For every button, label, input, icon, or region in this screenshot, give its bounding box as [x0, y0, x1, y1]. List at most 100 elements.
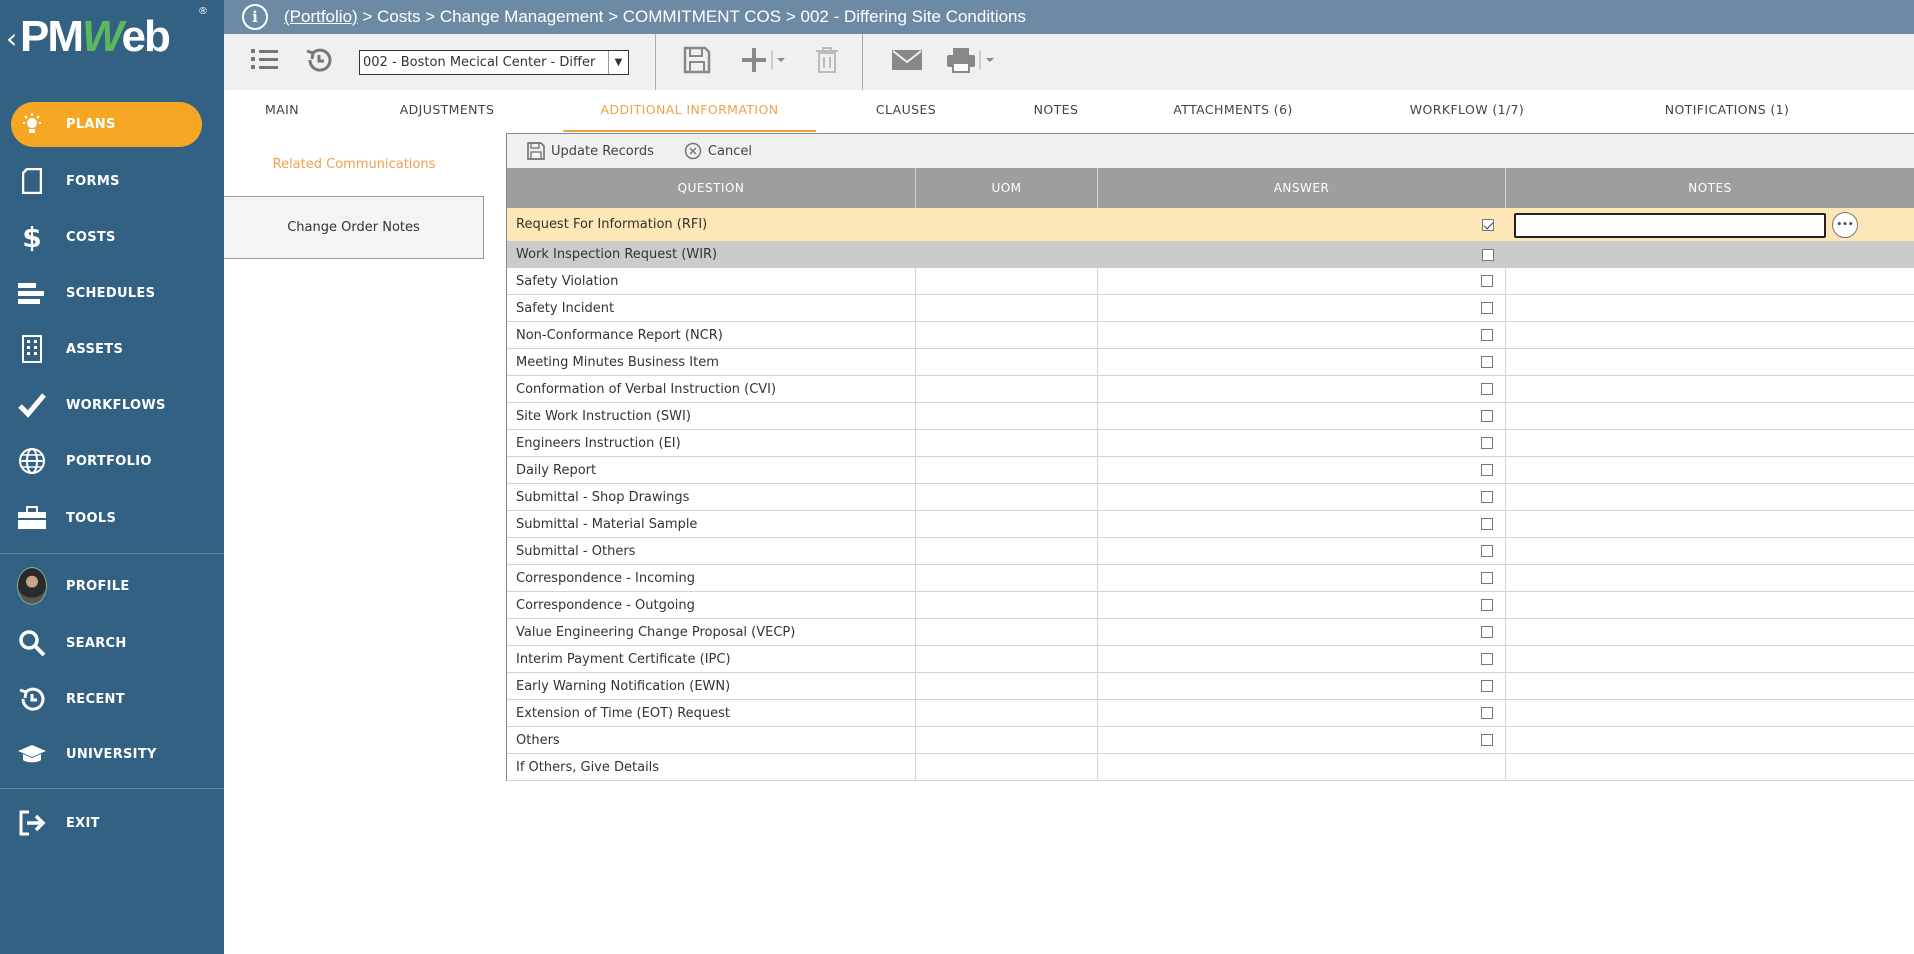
- answer-checkbox[interactable]: [1482, 248, 1494, 261]
- notes-cell[interactable]: [1506, 457, 1914, 483]
- answer-checkbox[interactable]: [1481, 626, 1493, 638]
- answer-cell[interactable]: [1098, 592, 1506, 618]
- table-row[interactable]: Submittal - Others: [507, 538, 1914, 565]
- answer-checkbox[interactable]: [1481, 680, 1493, 692]
- table-row[interactable]: Submittal - Shop Drawings: [507, 484, 1914, 511]
- answer-cell[interactable]: [1098, 484, 1506, 510]
- cancel-button[interactable]: Cancel: [684, 142, 752, 160]
- sidebar-item-tools[interactable]: TOOLS: [0, 495, 224, 541]
- record-select[interactable]: 002 - Boston Mecical Center - Differ ▼: [359, 50, 629, 75]
- subnav-related-communications[interactable]: Related Communications: [224, 145, 484, 185]
- sidebar-item-assets[interactable]: ASSETS: [0, 326, 224, 372]
- notes-cell[interactable]: [1506, 376, 1914, 402]
- uom-cell[interactable]: [916, 511, 1098, 537]
- notes-cell[interactable]: [1506, 619, 1914, 645]
- sidebar-item-forms[interactable]: FORMS: [0, 158, 224, 204]
- table-row[interactable]: Correspondence - Incoming: [507, 565, 1914, 592]
- answer-checkbox[interactable]: [1481, 437, 1493, 449]
- table-row[interactable]: Extension of Time (EOT) Request: [507, 700, 1914, 727]
- notes-cell[interactable]: [1506, 511, 1914, 537]
- answer-cell[interactable]: [1098, 430, 1506, 456]
- answer-checkbox[interactable]: [1481, 302, 1493, 314]
- email-button[interactable]: [889, 44, 925, 80]
- answer-checkbox[interactable]: [1481, 572, 1493, 584]
- sidebar-item-search[interactable]: SEARCH: [0, 620, 224, 666]
- info-icon[interactable]: i: [242, 4, 268, 30]
- sidebar-item-costs[interactable]: $ COSTS: [0, 214, 224, 260]
- tab-clauses[interactable]: CLAUSES: [816, 90, 996, 132]
- answer-cell[interactable]: [1098, 619, 1506, 645]
- logo[interactable]: ‹ PMWeb ®: [0, 0, 224, 90]
- answer-cell[interactable]: [1098, 727, 1506, 753]
- table-row[interactable]: Value Engineering Change Proposal (VECP): [507, 619, 1914, 646]
- notes-cell[interactable]: [1506, 430, 1914, 456]
- uom-cell[interactable]: [916, 403, 1098, 429]
- notes-cell[interactable]: [1506, 322, 1914, 348]
- print-button[interactable]: [944, 44, 1004, 80]
- uom-cell[interactable]: [916, 349, 1098, 375]
- notes-cell[interactable]: [1506, 754, 1914, 780]
- answer-checkbox[interactable]: [1481, 410, 1493, 422]
- answer-cell[interactable]: [1098, 700, 1506, 726]
- answer-cell[interactable]: [1098, 241, 1506, 268]
- uom-cell[interactable]: [916, 592, 1098, 618]
- sidebar-item-profile[interactable]: PROFILE: [0, 563, 224, 609]
- history-button[interactable]: [302, 44, 336, 80]
- answer-checkbox[interactable]: [1481, 599, 1493, 611]
- answer-cell[interactable]: [1098, 208, 1506, 241]
- column-header-answer[interactable]: ANSWER: [1098, 168, 1506, 208]
- answer-checkbox[interactable]: [1481, 491, 1493, 503]
- answer-cell[interactable]: [1098, 295, 1506, 321]
- notes-cell[interactable]: [1506, 727, 1914, 753]
- tab-notes[interactable]: NOTES: [996, 90, 1116, 132]
- table-row[interactable]: Conformation of Verbal Instruction (CVI): [507, 376, 1914, 403]
- tab-attachments[interactable]: ATTACHMENTS (6): [1116, 90, 1350, 132]
- notes-cell[interactable]: [1506, 241, 1914, 268]
- sidebar-item-exit[interactable]: EXIT: [0, 800, 224, 846]
- answer-cell[interactable]: [1098, 268, 1506, 294]
- notes-cell[interactable]: [1506, 700, 1914, 726]
- answer-checkbox[interactable]: [1481, 464, 1493, 476]
- uom-cell[interactable]: [916, 565, 1098, 591]
- answer-cell[interactable]: [1098, 376, 1506, 402]
- uom-cell[interactable]: [916, 538, 1098, 564]
- uom-cell[interactable]: [916, 700, 1098, 726]
- table-row[interactable]: Site Work Instruction (SWI): [507, 403, 1914, 430]
- tab-adjustments[interactable]: ADJUSTMENTS: [340, 90, 554, 132]
- column-header-question[interactable]: QUESTION: [507, 168, 916, 208]
- sidebar-item-schedules[interactable]: SCHEDULES: [0, 270, 224, 316]
- answer-cell[interactable]: [1098, 457, 1506, 483]
- uom-cell[interactable]: [916, 673, 1098, 699]
- answer-cell[interactable]: [1098, 754, 1506, 780]
- sidebar-item-recent[interactable]: RECENT: [0, 676, 224, 722]
- tab-main[interactable]: MAIN: [224, 90, 340, 132]
- uom-cell[interactable]: [916, 295, 1098, 321]
- notes-cell[interactable]: [1506, 592, 1914, 618]
- sidebar-item-portfolio[interactable]: PORTFOLIO: [0, 438, 224, 484]
- uom-cell[interactable]: [916, 322, 1098, 348]
- uom-cell[interactable]: [916, 241, 1098, 268]
- table-row[interactable]: Early Warning Notification (EWN): [507, 673, 1914, 700]
- answer-cell[interactable]: [1098, 349, 1506, 375]
- column-header-uom[interactable]: UOM: [916, 168, 1098, 208]
- uom-cell[interactable]: [916, 430, 1098, 456]
- answer-checkbox[interactable]: [1482, 218, 1494, 231]
- table-row[interactable]: Request For Information (RFI) •••: [507, 208, 1914, 241]
- tab-workflow[interactable]: WORKFLOW (1/7): [1350, 90, 1584, 132]
- table-row[interactable]: Interim Payment Certificate (IPC): [507, 646, 1914, 673]
- answer-cell[interactable]: [1098, 403, 1506, 429]
- uom-cell[interactable]: [916, 376, 1098, 402]
- answer-cell[interactable]: [1098, 673, 1506, 699]
- answer-checkbox[interactable]: [1481, 383, 1493, 395]
- answer-cell[interactable]: [1098, 511, 1506, 537]
- subnav-change-order-notes[interactable]: Change Order Notes: [224, 196, 484, 259]
- uom-cell[interactable]: [916, 208, 1098, 241]
- uom-cell[interactable]: [916, 619, 1098, 645]
- answer-cell[interactable]: [1098, 646, 1506, 672]
- update-records-button[interactable]: Update Records: [527, 142, 654, 160]
- notes-cell[interactable]: [1506, 538, 1914, 564]
- notes-cell[interactable]: [1506, 484, 1914, 510]
- answer-checkbox[interactable]: [1481, 545, 1493, 557]
- uom-cell[interactable]: [916, 646, 1098, 672]
- answer-checkbox[interactable]: [1481, 653, 1493, 665]
